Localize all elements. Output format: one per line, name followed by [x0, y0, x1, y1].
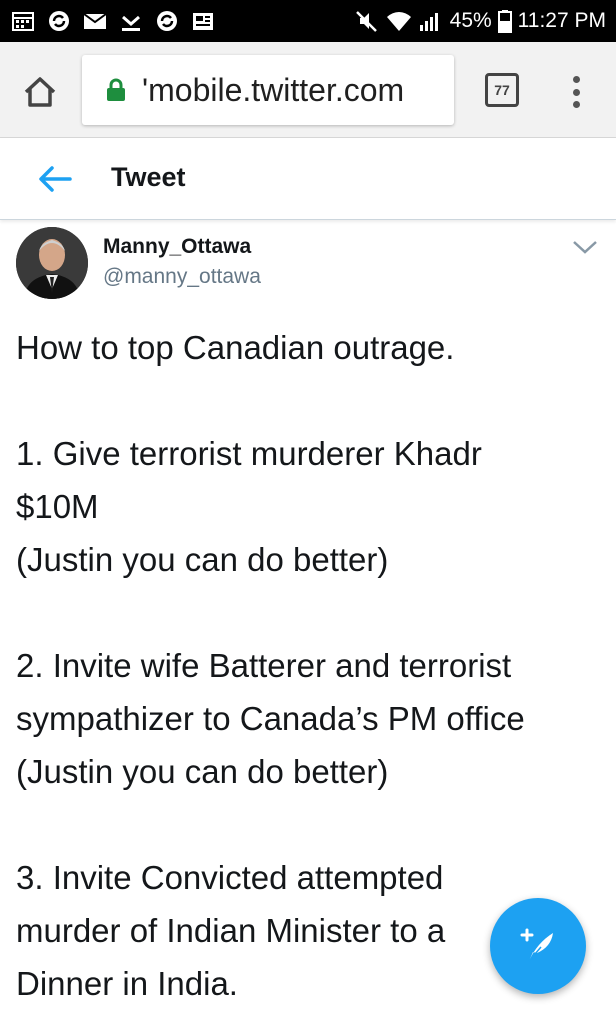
tweet-line: $10M — [16, 488, 99, 525]
tweet-line: 2. Invite wife Batterer and terrorist — [16, 647, 512, 684]
wifi-icon — [386, 9, 412, 33]
tweet-line — [16, 374, 606, 427]
more-vert-icon — [572, 76, 580, 83]
tweet-line: (Justin you can do better) — [16, 753, 389, 790]
calendar-icon — [10, 9, 36, 33]
tweet-line: How to top Canadian outrage. — [16, 329, 455, 366]
back-arrow-icon — [39, 166, 72, 192]
status-right-icons: 45% 11:27 PM — [354, 9, 606, 33]
battery-icon — [497, 9, 512, 33]
lock-icon — [107, 78, 125, 101]
tweet-line — [16, 586, 606, 639]
tweet-line: (Justin you can do better) — [16, 541, 389, 578]
display-name[interactable]: Manny_Ottawa — [103, 235, 251, 259]
download-icon — [118, 9, 144, 33]
mute-icon — [354, 9, 380, 33]
back-button[interactable] — [36, 162, 76, 196]
signal-icon — [418, 9, 444, 33]
news-icon — [190, 9, 216, 33]
sync-icon — [46, 9, 72, 33]
user-handle[interactable]: @manny_ottawa — [103, 265, 261, 289]
browser-toolbar: 'mobile.twitter.com 77 — [0, 42, 616, 138]
avatar[interactable] — [16, 227, 88, 299]
page-title: Tweet — [111, 162, 186, 192]
tweet-line: 1. Give terrorist murderer Khadr — [16, 435, 482, 472]
status-left-icons — [10, 9, 216, 33]
home-button[interactable] — [20, 72, 60, 112]
tweet-line — [16, 798, 606, 851]
status-time: 11:27 PM — [517, 9, 606, 32]
tab-count: 77 — [494, 82, 510, 98]
battery-percent: 45% — [449, 9, 492, 32]
url-text: 'mobile.twitter.com — [142, 71, 405, 108]
tab-switcher-button[interactable]: 77 — [485, 73, 519, 107]
compose-feather-icon — [520, 928, 553, 962]
browser-menu-button[interactable] — [566, 72, 586, 112]
tweet-options-button[interactable] — [570, 237, 600, 257]
sync-icon — [154, 9, 180, 33]
status-bar: 45% 11:27 PM — [0, 0, 616, 42]
chevron-down-icon — [573, 241, 597, 254]
address-bar[interactable]: 'mobile.twitter.com — [82, 55, 454, 125]
email-icon — [82, 9, 108, 33]
home-icon — [24, 77, 56, 107]
tweet-line: 3. Invite Convicted attempted — [16, 859, 444, 896]
tweet-header: Tweet — [0, 138, 616, 220]
compose-tweet-button[interactable] — [490, 898, 586, 994]
tweet-line: sympathizer to Canada’s PM office — [16, 700, 525, 737]
